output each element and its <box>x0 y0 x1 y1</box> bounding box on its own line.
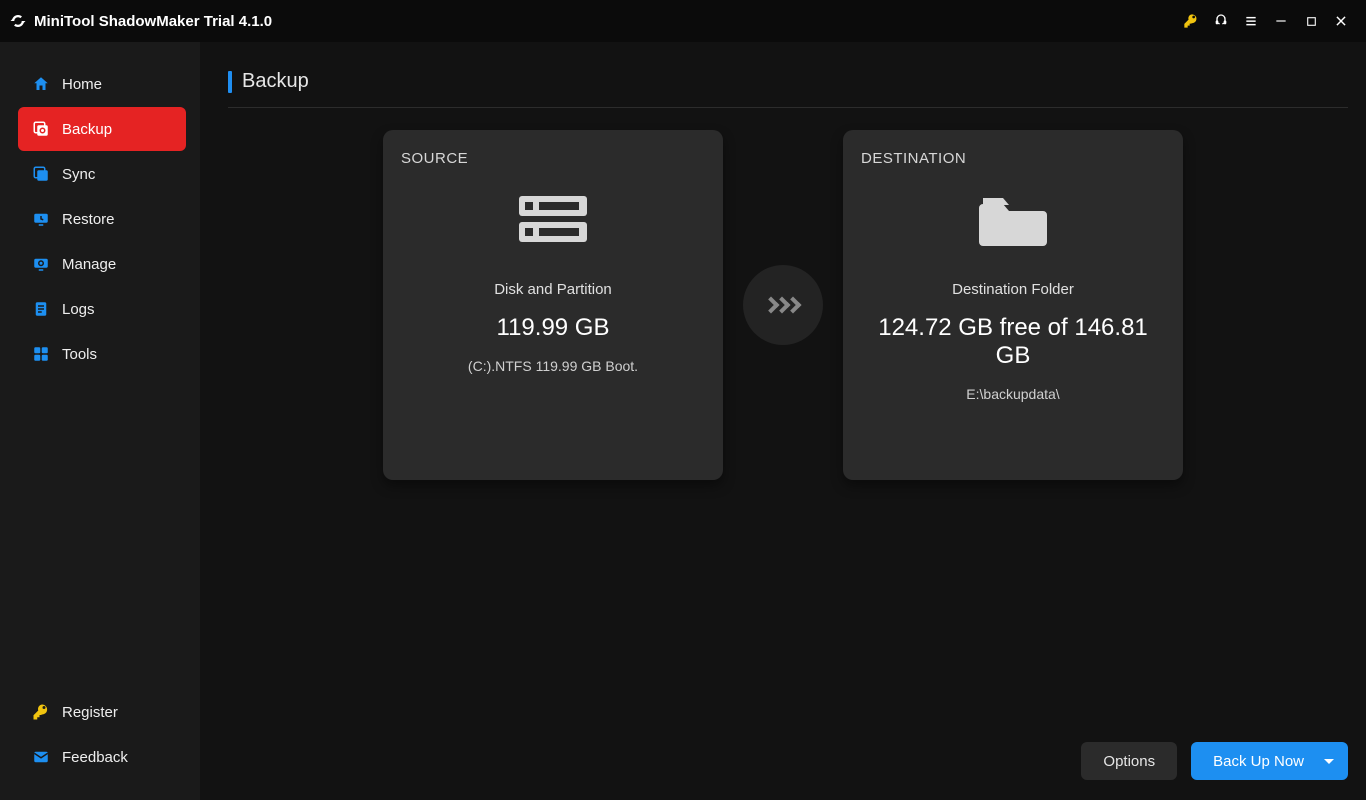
content-area: Backup SOURCE Disk and Partition <box>200 42 1366 800</box>
arrow-circle-icon <box>743 265 823 345</box>
folder-icon <box>861 175 1165 265</box>
key-icon <box>30 703 52 721</box>
disk-icon <box>401 175 705 265</box>
sidebar-item-label: Home <box>62 76 102 93</box>
source-title: Disk and Partition <box>401 281 705 298</box>
options-button-label: Options <box>1103 753 1155 770</box>
tools-icon <box>30 345 52 363</box>
title-bar: MiniTool ShadowMaker Trial 4.1.0 <box>0 0 1366 42</box>
source-detail: (C:).NTFS 119.99 GB Boot. <box>401 358 705 374</box>
options-button[interactable]: Options <box>1081 742 1177 780</box>
sidebar-item-label: Tools <box>62 346 97 363</box>
backup-now-button-label: Back Up Now <box>1213 753 1304 770</box>
sidebar-item-logs[interactable]: Logs <box>18 287 186 331</box>
sidebar-item-feedback[interactable]: Feedback <box>18 735 186 779</box>
help-icon[interactable] <box>1206 6 1236 36</box>
close-icon[interactable] <box>1326 6 1356 36</box>
destination-card[interactable]: DESTINATION Destination Folder 124.72 GB… <box>843 130 1183 480</box>
header-divider <box>228 107 1348 108</box>
mail-icon <box>30 748 52 766</box>
sidebar: Home Backup <box>0 42 200 800</box>
dropdown-caret-icon <box>1324 759 1334 764</box>
page-header: Backup <box>228 70 1348 93</box>
sidebar-item-restore[interactable]: Restore <box>18 197 186 241</box>
sidebar-item-home[interactable]: Home <box>18 62 186 106</box>
sidebar-item-register[interactable]: Register <box>18 690 186 734</box>
source-size: 119.99 GB <box>401 314 705 342</box>
sidebar-item-manage[interactable]: Manage <box>18 242 186 286</box>
transfer-direction <box>723 130 843 480</box>
maximize-icon[interactable] <box>1296 6 1326 36</box>
sidebar-item-tools[interactable]: Tools <box>18 332 186 376</box>
app-logo-icon <box>8 11 28 31</box>
backup-now-button[interactable]: Back Up Now <box>1191 742 1348 780</box>
home-icon <box>30 75 52 93</box>
header-accent-bar <box>228 71 232 93</box>
menu-icon[interactable] <box>1236 6 1266 36</box>
sidebar-item-label: Manage <box>62 256 116 273</box>
sidebar-item-label: Register <box>62 704 118 721</box>
destination-title: Destination Folder <box>861 281 1165 298</box>
sidebar-item-label: Logs <box>62 301 95 318</box>
backup-icon <box>30 120 52 138</box>
source-label: SOURCE <box>401 150 705 167</box>
sync-icon <box>30 165 52 183</box>
manage-icon <box>30 255 52 273</box>
sidebar-item-sync[interactable]: Sync <box>18 152 186 196</box>
destination-path: E:\backupdata\ <box>861 386 1165 402</box>
license-key-icon[interactable] <box>1176 6 1206 36</box>
page-title: Backup <box>242 70 309 93</box>
sidebar-item-label: Sync <box>62 166 95 183</box>
logs-icon <box>30 300 52 318</box>
source-card[interactable]: SOURCE Disk and Partition 119.99 GB (C:)… <box>383 130 723 480</box>
destination-label: DESTINATION <box>861 150 1165 167</box>
minimize-icon[interactable] <box>1266 6 1296 36</box>
sidebar-item-backup[interactable]: Backup <box>18 107 186 151</box>
sidebar-item-label: Feedback <box>62 749 128 766</box>
sidebar-item-label: Restore <box>62 211 115 228</box>
destination-space: 124.72 GB free of 146.81 GB <box>861 314 1165 370</box>
app-title: MiniTool ShadowMaker Trial 4.1.0 <box>34 13 272 30</box>
sidebar-item-label: Backup <box>62 121 112 138</box>
restore-icon <box>30 210 52 228</box>
